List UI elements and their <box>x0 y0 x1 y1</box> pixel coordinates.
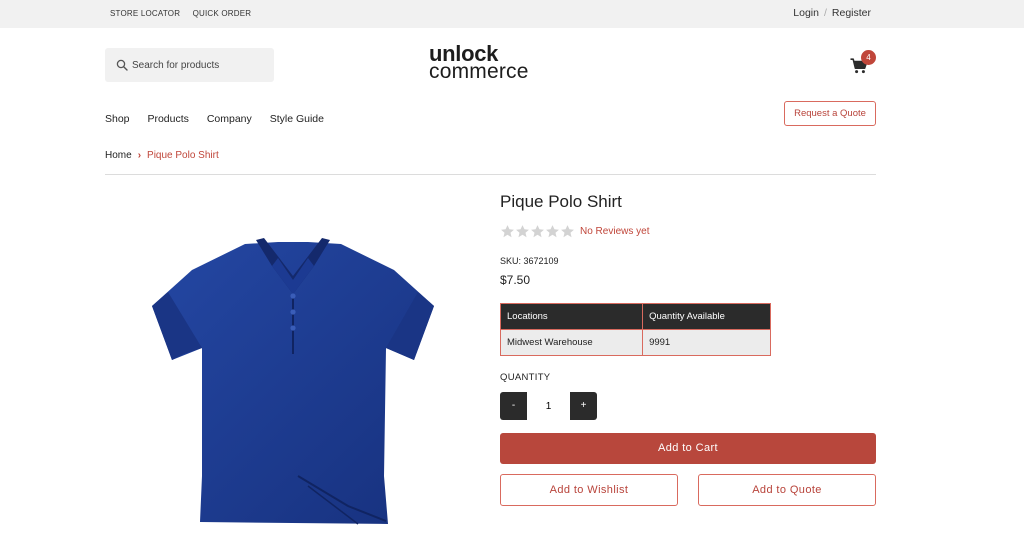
add-to-cart-button[interactable]: Add to Cart <box>500 433 876 464</box>
increase-quantity-button[interactable]: + <box>570 392 597 420</box>
search-input[interactable] <box>132 57 267 73</box>
star-icon <box>546 225 559 238</box>
request-quote-button[interactable]: Request a Quote <box>784 101 876 126</box>
star-icon <box>516 225 529 238</box>
quantity-input[interactable] <box>527 392 570 420</box>
register-link[interactable]: Register <box>832 7 871 19</box>
location-cell: Midwest Warehouse <box>499 329 644 356</box>
star-icon <box>531 225 544 238</box>
inventory-table: Locations Quantity Available Midwest War… <box>499 303 771 356</box>
search-box <box>105 48 274 82</box>
account-links: Login / Register <box>793 7 871 19</box>
product-sku: SKU: 3672109 <box>500 256 559 266</box>
reviews-link[interactable]: No Reviews yet <box>580 226 649 237</box>
search-icon[interactable] <box>116 59 128 71</box>
column-header-locations: Locations <box>499 303 644 330</box>
logo-line-2: commerce <box>429 60 529 83</box>
cart-count-badge: 4 <box>861 50 876 65</box>
breadcrumb: Home › Pique Polo Shirt <box>105 150 219 161</box>
breadcrumb-current: Pique Polo Shirt <box>147 150 219 161</box>
product-title: Pique Polo Shirt <box>500 192 622 211</box>
top-bar: STORE LOCATOR QUICK ORDER Login / Register <box>0 0 1024 28</box>
add-to-quote-button[interactable]: Add to Quote <box>698 474 876 506</box>
account-separator: / <box>823 7 827 19</box>
column-header-quantity: Quantity Available <box>642 303 771 330</box>
star-icon <box>561 225 574 238</box>
decrease-quantity-button[interactable]: - <box>500 392 527 420</box>
nav-item-shop[interactable]: Shop <box>105 113 130 125</box>
product-image <box>152 238 434 525</box>
top-bar-links: STORE LOCATOR QUICK ORDER <box>110 9 261 18</box>
main-nav: Shop Products Company Style Guide <box>105 113 339 125</box>
table-header-row: Locations Quantity Available <box>499 303 771 330</box>
chevron-right-icon: › <box>137 150 142 161</box>
store-locator-link[interactable]: STORE LOCATOR <box>110 9 180 18</box>
breadcrumb-home[interactable]: Home <box>105 150 132 161</box>
site-logo[interactable]: unlock commerce <box>429 43 559 83</box>
nav-item-products[interactable]: Products <box>147 113 188 125</box>
login-link[interactable]: Login <box>793 7 819 19</box>
rating-stars[interactable] <box>500 224 575 240</box>
quantity-cell: 9991 <box>642 329 771 356</box>
star-icon <box>501 225 514 238</box>
quick-order-link[interactable]: QUICK ORDER <box>193 9 252 18</box>
nav-item-company[interactable]: Company <box>207 113 252 125</box>
product-price: $7.50 <box>500 273 531 287</box>
quantity-stepper: - + <box>500 392 597 420</box>
header-divider <box>105 174 876 175</box>
table-row: Midwest Warehouse 9991 <box>499 329 771 356</box>
quantity-label: QUANTITY <box>500 372 551 383</box>
nav-item-style-guide[interactable]: Style Guide <box>270 113 324 125</box>
add-to-wishlist-button[interactable]: Add to Wishlist <box>500 474 678 506</box>
